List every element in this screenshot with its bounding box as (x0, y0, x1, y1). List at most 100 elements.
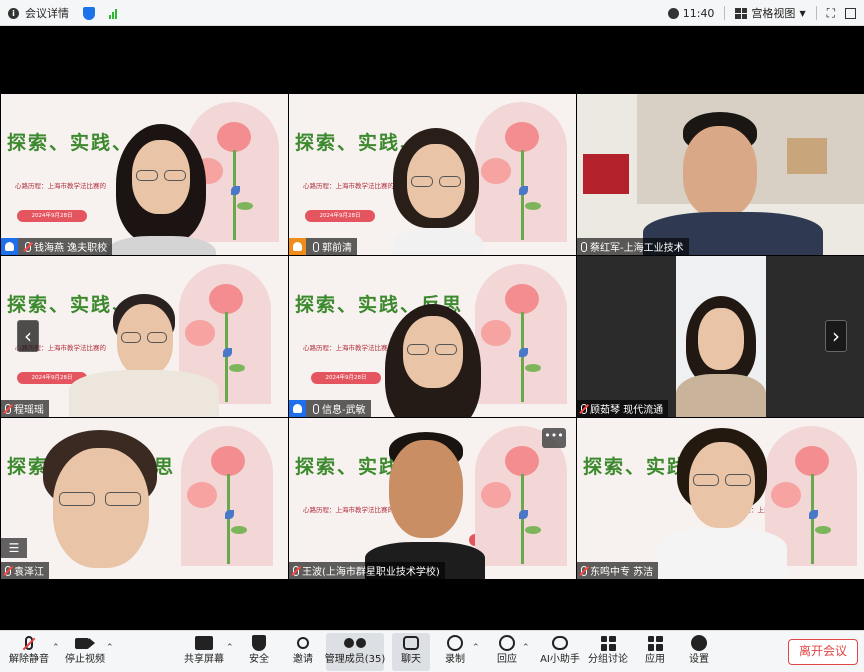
record-icon (447, 633, 463, 653)
divider (815, 6, 817, 20)
chevron-down-icon[interactable]: ▼ (799, 9, 805, 18)
participant-name: 钱海燕 逸夫职校 (34, 243, 108, 254)
slide-date: 2024年9月28日 (311, 372, 381, 384)
divider (724, 6, 726, 20)
video-tile[interactable]: 探索、实践、 心路历程：上海市教学法比赛的 2024年9月28日 东鸣中专 苏洁 (577, 418, 864, 579)
participant-name-tag: 袁泽江 (1, 562, 49, 579)
stop-video-button[interactable]: 停止视频 (65, 633, 105, 671)
mic-icon (581, 241, 587, 252)
manage-participants-button[interactable]: 管理成员(35) (325, 633, 385, 671)
reactions-button[interactable]: 回应 (494, 633, 520, 671)
video-tile[interactable]: 顾茹琴 现代流通 (577, 256, 864, 417)
participant-name-tag: 信息-武敏 (289, 400, 371, 417)
fullscreen-icon[interactable]: ⛶ (827, 6, 835, 21)
unmute-button[interactable]: 解除静音 (9, 633, 49, 671)
chat-bubble-icon (403, 633, 419, 653)
grid-view-icon[interactable] (735, 7, 748, 19)
participant-name-tag: 程瑶瑶 (1, 400, 49, 417)
share-options-chevron[interactable]: ⌃ (226, 643, 234, 653)
flower-illustration (465, 264, 576, 414)
host-icon (289, 400, 306, 417)
breakout-rooms-button[interactable]: 分组讨论 (588, 633, 628, 671)
window-layout-icon[interactable] (845, 7, 856, 19)
mic-muted-icon (581, 565, 587, 576)
security-shield-icon (252, 633, 266, 653)
participants-icon (344, 633, 366, 653)
info-icon[interactable]: i (8, 7, 19, 19)
meeting-info-label[interactable]: 会议详情 (25, 5, 69, 21)
invite-button[interactable]: 邀请 (290, 633, 316, 671)
slide-subtitle: 心路历程：上海市教学法比赛的 (303, 344, 394, 352)
mic-icon (313, 241, 319, 252)
next-page-button[interactable]: › (825, 320, 847, 352)
security-shield-icon[interactable] (83, 6, 95, 20)
record-options-chevron[interactable]: ⌃ (472, 643, 480, 653)
network-signal-icon[interactable] (109, 8, 117, 19)
participant-name: 顾茹琴 现代流通 (590, 405, 664, 416)
mic-muted-icon (581, 403, 587, 414)
video-tile[interactable]: 探索、实践、反思 ☰ 袁泽江 (1, 418, 288, 579)
slide-subtitle: 心路历程：上海市教学法比赛的 (15, 182, 106, 190)
previous-page-button[interactable]: ‹ (17, 320, 39, 352)
host-icon (1, 238, 18, 255)
meeting-toolbar: 解除静音 ⌃ 停止视频 ⌃ 共享屏幕 ⌃ 安全 邀请 管理成员(35) 聊天 录… (0, 630, 864, 672)
video-tile[interactable]: 蔡红军-上海工业技术 (577, 94, 864, 255)
video-tile[interactable]: 探索、实践、反思 心路历程：上海市教学法比赛的 2024年9月28日 信息-武敏 (289, 256, 576, 417)
mic-muted-icon (25, 241, 31, 252)
more-options-button[interactable]: ••• (542, 428, 566, 448)
ai-assistant-button[interactable]: AI小助手 (540, 633, 580, 671)
meeting-info-group[interactable]: i 会议详情 (8, 4, 117, 22)
apps-button[interactable]: 应用 (642, 633, 668, 671)
mic-icon (313, 403, 319, 414)
reaction-smile-icon (499, 633, 515, 653)
top-bar: i 会议详情 11:40 宫格视图 ▼ ⛶ (0, 0, 864, 26)
participant-name: 程瑶瑶 (14, 405, 44, 416)
settings-button[interactable]: 设置 (686, 633, 712, 671)
mic-muted-icon (5, 565, 11, 576)
video-tile[interactable]: 探索、实践、 心路历程：上海市教学法比赛的 2024年9月28日 钱海燕 逸夫职… (1, 94, 288, 255)
video-options-chevron[interactable]: ⌃ (106, 643, 114, 653)
chat-button[interactable]: 聊天 (392, 633, 430, 671)
share-screen-button[interactable]: 共享屏幕 (184, 633, 224, 671)
clock-icon (667, 7, 679, 19)
leave-meeting-button[interactable]: 离开会议 (788, 639, 858, 665)
security-button[interactable]: 安全 (246, 633, 272, 671)
participant-name-tag: 郭前清 (289, 238, 357, 255)
view-mode-button[interactable]: 宫格视图 (751, 5, 795, 21)
video-tile[interactable]: 探索、实践、反思 心路历程：上海市教学法比赛的 2024年9月28日 ••• 王… (289, 418, 576, 579)
share-screen-icon (195, 633, 213, 653)
video-grid: 探索、实践、 心路历程：上海市教学法比赛的 2024年9月28日 钱海燕 逸夫职… (0, 26, 864, 630)
participant-name: 郭前清 (322, 243, 352, 254)
audio-options-chevron[interactable]: ⌃ (52, 643, 60, 653)
apps-grid-icon (647, 633, 663, 653)
video-tile[interactable]: 探索、实践、 心路历程：上海市教学法比赛的 2024年9月28日 郭前清 (289, 94, 576, 255)
participant-name: 信息-武敏 (322, 405, 366, 416)
slide-subtitle: 心路历程：上海市教学法比赛的 (303, 506, 394, 514)
slide-title: 探索、实践、 (7, 132, 134, 154)
slide-subtitle: 心路历程：上海市教学法比赛的 (303, 182, 394, 190)
top-right-controls: 11:40 宫格视图 ▼ ⛶ (667, 4, 856, 22)
participant-name-tag: 东鸣中专 苏洁 (577, 562, 659, 579)
participant-name: 王波(上海市群星职业技术学校) (302, 567, 440, 578)
cohost-icon (289, 238, 306, 255)
flower-illustration (171, 426, 288, 576)
participant-name-tag: 钱海燕 逸夫职校 (1, 238, 113, 255)
slide-date: 2024年9月28日 (17, 210, 87, 222)
ai-assistant-icon (552, 633, 568, 653)
record-button[interactable]: 录制 (442, 633, 468, 671)
video-frame (676, 256, 766, 417)
mic-muted-icon (5, 403, 11, 414)
participant-name-tag: 蔡红军-上海工业技术 (577, 238, 689, 255)
mic-muted-icon (293, 565, 299, 576)
participant-name-tag: 王波(上海市群星职业技术学校) (289, 562, 445, 579)
list-icon[interactable]: ☰ (1, 538, 27, 558)
video-tile[interactable]: 探索、实践、 心路历程：上海市教学法比赛的 2024年9月28日 程瑶瑶 (1, 256, 288, 417)
camera-icon (75, 633, 95, 653)
participant-name: 东鸣中专 苏洁 (590, 567, 654, 578)
reactions-options-chevron[interactable]: ⌃ (522, 643, 530, 653)
breakout-rooms-icon (600, 633, 616, 653)
participant-name: 蔡红军-上海工业技术 (590, 243, 684, 254)
meeting-time: 11:40 (682, 6, 715, 20)
mic-muted-icon (22, 633, 36, 653)
flower-illustration (465, 102, 576, 252)
